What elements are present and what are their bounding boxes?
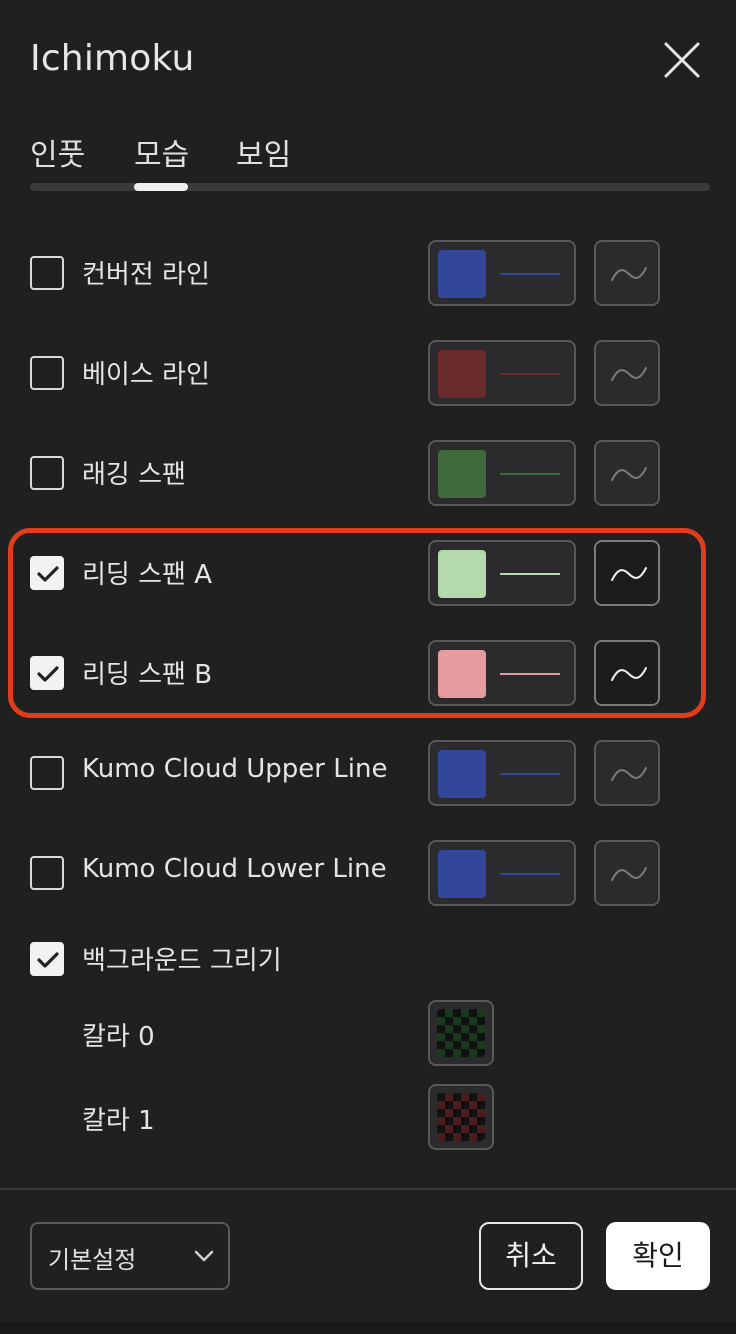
row-label: 리딩 스팬 A [82,560,212,590]
checker-swatch [437,1093,485,1141]
line-preview [500,273,560,275]
color-1-picker[interactable] [428,1084,494,1150]
tab-track [30,183,710,191]
plot-style-button[interactable] [594,640,660,706]
wave-icon [611,567,647,581]
ok-button[interactable]: 확인 [606,1222,710,1290]
row-checkbox[interactable] [30,856,64,890]
line-preview [500,673,560,675]
line-style-picker[interactable] [428,540,576,606]
chevron-down-icon [194,1250,214,1262]
tab-active-indicator [134,183,188,191]
wave-icon [611,367,647,381]
wave-icon [611,767,647,781]
checker-swatch [437,1009,485,1057]
plot-style-button[interactable] [594,240,660,306]
tab-bar: 인풋 모습 보임 [30,130,710,194]
preset-select[interactable]: 기본설정 [30,1222,230,1290]
plot-style-button[interactable] [594,440,660,506]
background-label: 백그라운드 그리기 [82,946,282,976]
line-style-picker[interactable] [428,740,576,806]
color-0-label: 칼라 0 [82,1022,155,1052]
row-checkbox[interactable] [30,556,64,590]
tab-style[interactable]: 모습 [134,130,189,174]
line-style-picker[interactable] [428,640,576,706]
line-style-picker[interactable] [428,340,576,406]
line-style-picker[interactable] [428,840,576,906]
indicator-row: 컨버전 라인 [30,240,670,308]
tab-inputs[interactable]: 인풋 [30,130,85,174]
checkmark-icon [37,566,59,582]
color-1-label: 칼라 1 [82,1106,155,1136]
row-label: Kumo Cloud Lower Line [82,854,387,884]
plot-style-button[interactable] [594,540,660,606]
preset-select-value: 기본설정 [48,1246,137,1274]
wave-icon [611,467,647,481]
color-swatch [438,550,486,598]
line-preview [500,373,560,375]
checkmark-icon [37,952,59,968]
plot-style-button[interactable] [594,740,660,806]
line-style-picker[interactable] [428,240,576,306]
tab-visibility[interactable]: 보임 [236,130,291,174]
line-style-picker[interactable] [428,440,576,506]
footer-divider [0,1188,736,1190]
line-preview [500,473,560,475]
bottom-strip [0,1322,736,1334]
wave-icon [611,867,647,881]
dialog-title: Ichimoku [30,38,195,79]
indicator-row: 래깅 스팬 [30,440,670,508]
indicator-row: 리딩 스팬 A [30,540,670,608]
row-label: 래깅 스팬 [82,460,186,490]
row-checkbox[interactable] [30,456,64,490]
row-checkbox[interactable] [30,356,64,390]
background-row: 백그라운드 그리기 [30,938,670,1006]
row-checkbox[interactable] [30,756,64,790]
close-button[interactable] [662,40,702,80]
background-checkbox[interactable] [30,942,64,976]
indicator-row: 리딩 스팬 B [30,640,670,708]
checkmark-icon [37,666,59,682]
color-swatch [438,250,486,298]
wave-icon [611,667,647,681]
color-swatch [438,750,486,798]
color-1-row: 칼라 1 [30,1084,670,1152]
wave-icon [611,267,647,281]
row-checkbox[interactable] [30,256,64,290]
cancel-button[interactable]: 취소 [479,1222,583,1290]
row-label: 컨버전 라인 [82,260,210,290]
line-preview [500,573,560,575]
indicator-row: Kumo Cloud Upper Line [30,740,670,808]
row-label: 베이스 라인 [82,360,210,390]
color-0-picker[interactable] [428,1000,494,1066]
indicator-row: Kumo Cloud Lower Line [30,840,670,908]
close-icon[interactable] [662,40,702,80]
row-checkbox[interactable] [30,656,64,690]
color-swatch [438,450,486,498]
plot-style-button[interactable] [594,340,660,406]
line-preview [500,773,560,775]
plot-style-button[interactable] [594,840,660,906]
color-swatch [438,850,486,898]
row-label: 리딩 스팬 B [82,660,213,690]
line-preview [500,873,560,875]
row-label: Kumo Cloud Upper Line [82,754,388,784]
color-swatch [438,650,486,698]
color-swatch [438,350,486,398]
color-0-row: 칼라 0 [30,1000,670,1068]
indicator-row: 베이스 라인 [30,340,670,408]
